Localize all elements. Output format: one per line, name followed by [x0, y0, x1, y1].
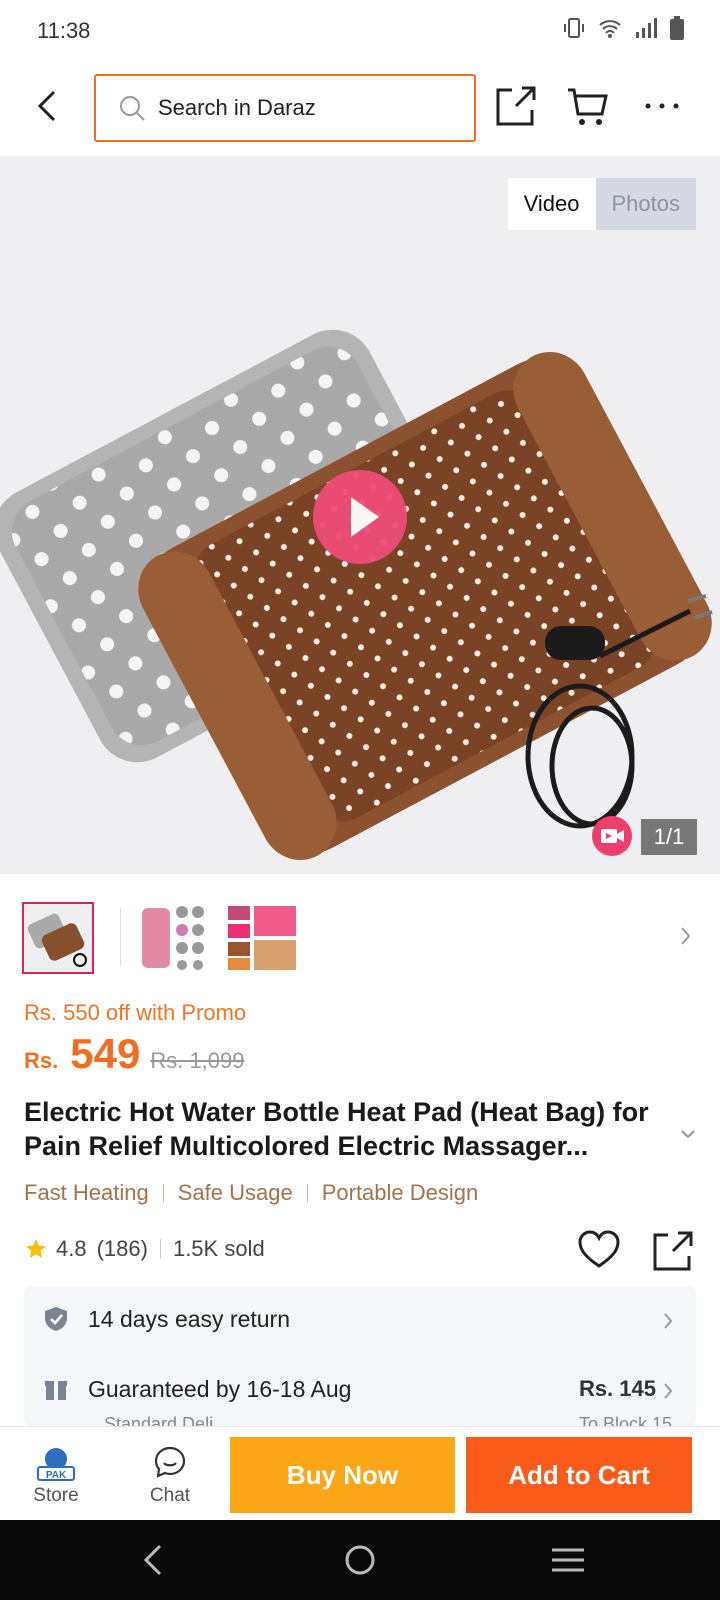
original-price: Rs. 1,099	[150, 1048, 245, 1073]
chat-icon	[154, 1446, 186, 1478]
service-info-card: 14 days easy return Guaranteed by 16-18 …	[24, 1286, 696, 1426]
status-time: 11:38	[37, 18, 91, 43]
system-home-icon[interactable]	[340, 1542, 380, 1578]
return-policy-row[interactable]: 14 days easy return	[24, 1286, 696, 1354]
share-icon[interactable]	[652, 1230, 694, 1272]
chat-label: Chat	[149, 1485, 191, 1506]
status-bar: 11:38	[0, 0, 720, 62]
chevron-right-icon[interactable]	[678, 922, 694, 950]
delivery-label: Guaranteed by 16-18 Aug	[88, 1376, 352, 1402]
feature-tag: Fast Heating	[24, 1180, 149, 1205]
thumbnail-3[interactable]	[226, 902, 298, 974]
feature-divider	[306, 1184, 308, 1202]
tab-video[interactable]: Video	[507, 178, 596, 230]
price-currency: Rs.	[24, 1048, 59, 1073]
rating-row[interactable]: 4.8 (186) 1.5K sold	[24, 1236, 265, 1262]
chevron-right-icon	[664, 1383, 673, 1399]
signal-icon	[636, 18, 657, 38]
thumbnail-strip	[0, 874, 720, 982]
search-box[interactable]	[94, 74, 476, 142]
back-icon[interactable]	[30, 86, 66, 126]
review-count: (186)	[96, 1236, 148, 1261]
price: 549	[70, 1030, 141, 1077]
search-input[interactable]	[158, 95, 448, 121]
search-icon	[120, 96, 145, 121]
chevron-right-icon	[664, 1313, 673, 1329]
feature-tags: Fast Heating Safe Usage Portable Design	[24, 1180, 478, 1206]
store-label: Store	[33, 1485, 79, 1506]
thumbnail-1[interactable]	[22, 902, 94, 974]
bottom-action-bar: PAK Store Chat Buy Now Add to Cart	[0, 1426, 720, 1520]
star-icon	[26, 1239, 46, 1258]
delivery-destination: To Block 15	[578, 1414, 672, 1426]
return-policy-label: 14 days easy return	[88, 1306, 291, 1332]
heart-icon[interactable]	[578, 1230, 620, 1270]
rating-value: 4.8	[56, 1236, 87, 1261]
product-gallery[interactable]: Video Photos 1/1	[0, 156, 720, 874]
status-icons	[562, 16, 684, 40]
wifi-icon	[599, 20, 621, 38]
vibrate-icon	[564, 18, 584, 38]
chevron-down-icon[interactable]	[680, 1128, 696, 1140]
price-row: Rs. 549 Rs. 1,099	[24, 1030, 245, 1078]
buy-now-button[interactable]: Buy Now	[230, 1437, 455, 1513]
promo-text[interactable]: Rs. 550 off with Promo	[24, 1000, 246, 1026]
thumbnail-divider	[120, 908, 121, 966]
package-icon	[45, 1381, 67, 1400]
store-button[interactable]: PAK Store	[0, 1427, 112, 1521]
delivery-price: Rs. 145	[578, 1376, 656, 1401]
gallery-counter: 1/1	[641, 819, 697, 855]
play-button[interactable]	[313, 470, 407, 564]
share-icon[interactable]	[494, 84, 538, 128]
media-toggle: Video Photos	[507, 178, 696, 230]
tab-photos[interactable]: Photos	[595, 178, 696, 230]
cart-icon[interactable]	[566, 84, 610, 128]
shield-check-icon	[45, 1307, 67, 1331]
feature-divider	[162, 1184, 164, 1202]
top-nav	[0, 62, 720, 156]
feature-tag: Portable Design	[321, 1180, 479, 1205]
add-to-cart-button[interactable]: Add to Cart	[466, 1437, 692, 1513]
system-back-icon[interactable]	[134, 1542, 174, 1578]
video-camera-icon	[592, 816, 632, 856]
thumbnail-2[interactable]	[140, 902, 212, 974]
more-icon[interactable]	[640, 84, 684, 128]
delivery-sub-label: Standard Deli...	[104, 1414, 229, 1426]
system-navigation-bar	[0, 1520, 720, 1600]
system-menu-icon[interactable]	[548, 1542, 588, 1578]
store-logo-text: PAK	[45, 1470, 67, 1481]
feature-tag: Safe Usage	[177, 1180, 293, 1205]
rating-divider	[159, 1239, 161, 1259]
battery-icon	[670, 16, 684, 40]
chat-button[interactable]: Chat	[114, 1427, 226, 1521]
product-title: Electric Hot Water Bottle Heat Pad (Heat…	[24, 1097, 649, 1161]
sold-count: 1.5K sold	[172, 1236, 265, 1261]
delivery-row[interactable]: Guaranteed by 16-18 Aug Rs. 145 Standard…	[24, 1356, 696, 1426]
